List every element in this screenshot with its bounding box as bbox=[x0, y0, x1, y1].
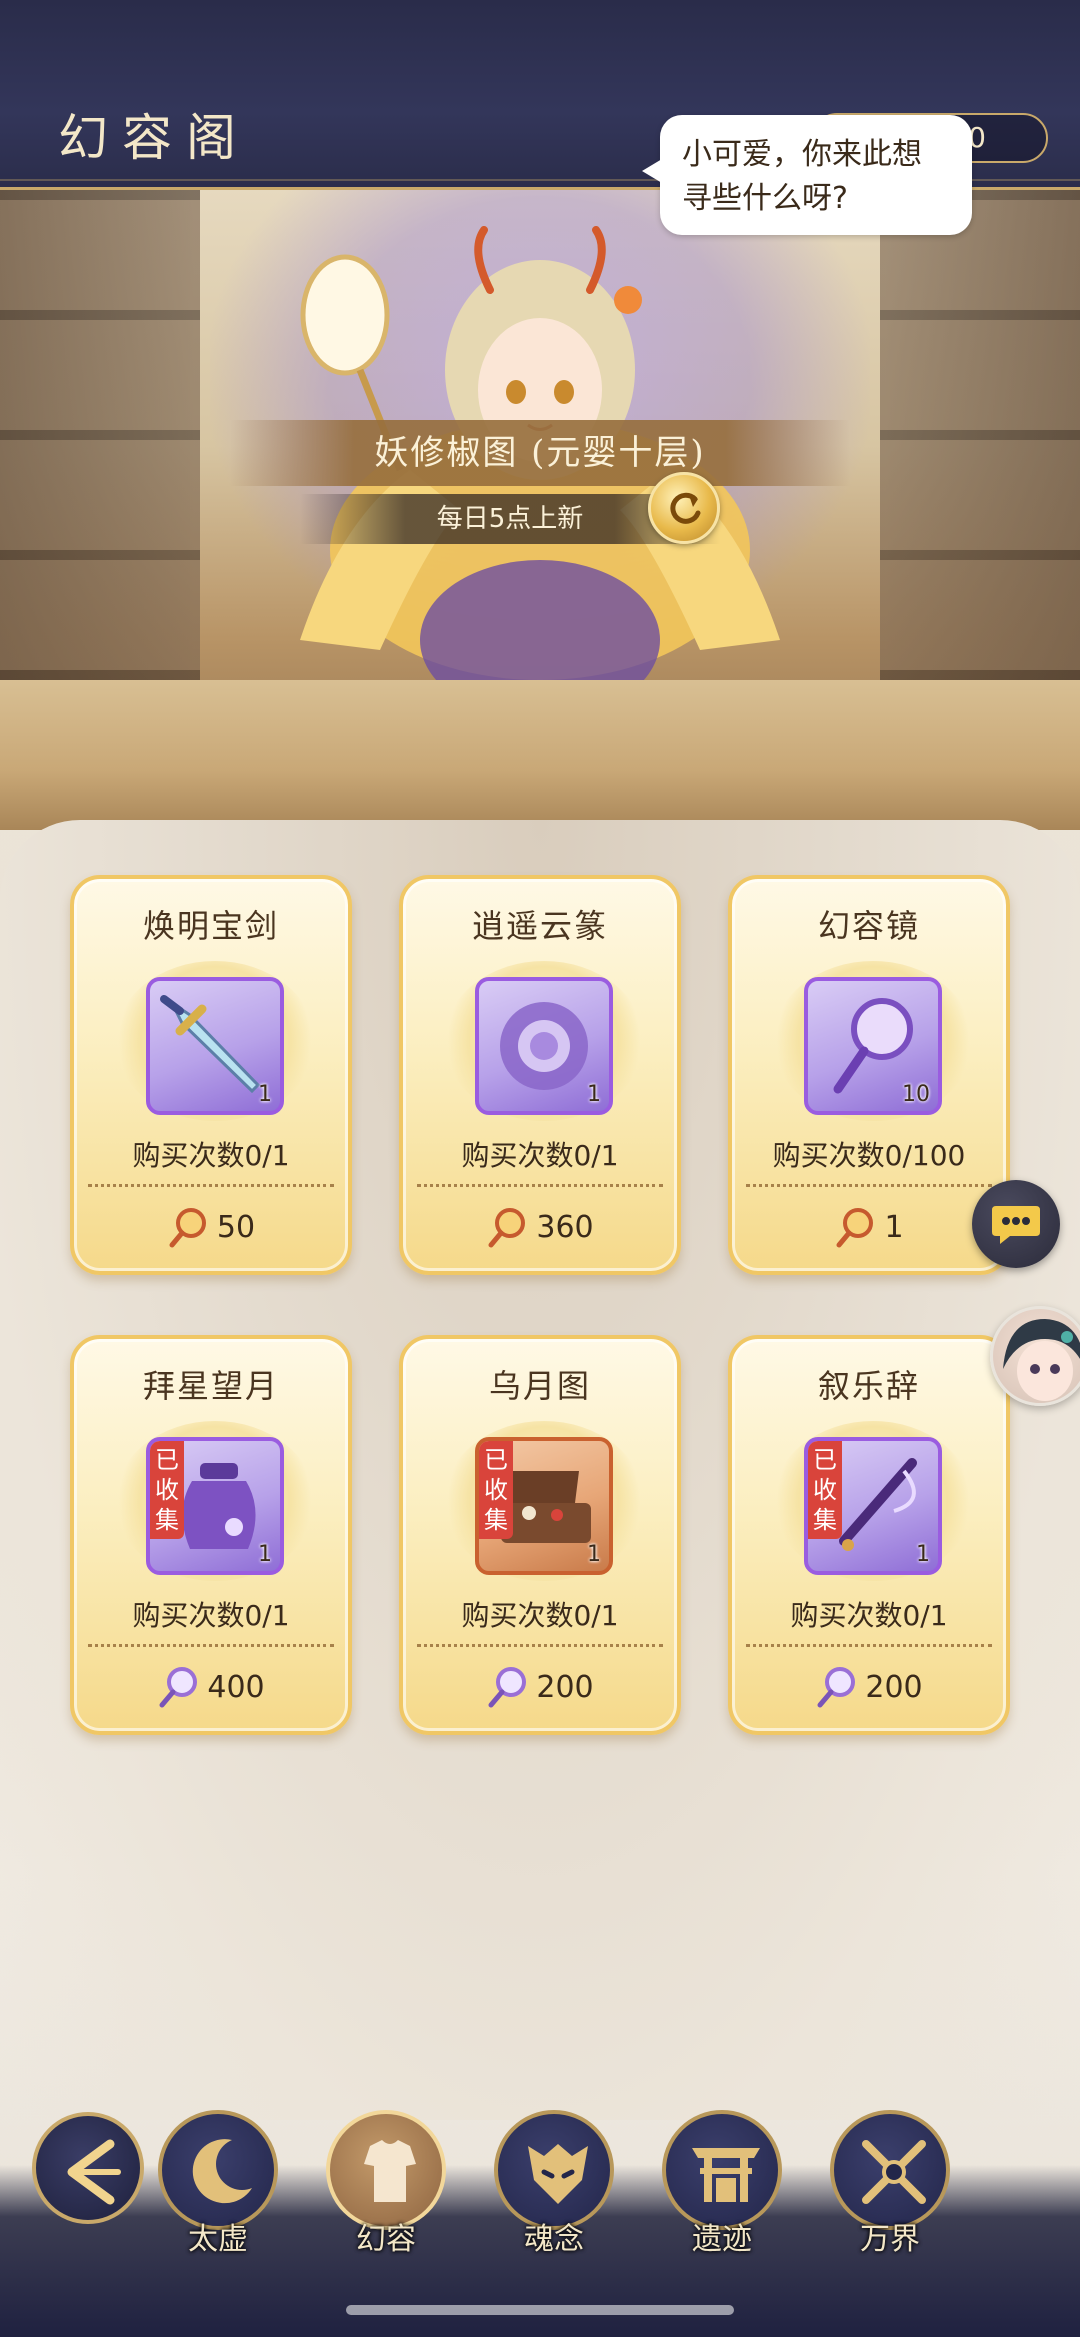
item-name: 焕明宝剑 bbox=[142, 907, 279, 945]
page-title: 幻容阁 bbox=[58, 109, 250, 167]
item-frame[interactable]: 1 bbox=[475, 977, 613, 1115]
nav-tab-huanrong[interactable]: 幻容 bbox=[326, 2110, 446, 2260]
collected-badge: 已收集 bbox=[808, 1441, 842, 1539]
card-divider bbox=[417, 1644, 663, 1647]
shop-item-card[interactable]: 逍遥云篆 1 购买次数0/1 360 bbox=[399, 875, 681, 1275]
nav-tab-label: 万界 bbox=[860, 2222, 920, 2257]
shop-item-card[interactable]: 拜星望月 已收集 1 购买次数0/1 400 bbox=[70, 1335, 352, 1735]
item-name: 乌月图 bbox=[488, 1367, 591, 1405]
purchase-limit: 购买次数0/100 bbox=[772, 1139, 966, 1172]
item-price: 200 bbox=[865, 1669, 923, 1705]
hand-mirror-token-icon bbox=[817, 1667, 856, 1708]
item-price: 400 bbox=[207, 1669, 265, 1705]
price-button[interactable]: 1 bbox=[732, 1199, 1006, 1255]
nav-tab-taixu[interactable]: 太虚 bbox=[158, 2110, 278, 2260]
card-divider bbox=[88, 1644, 334, 1647]
back-arrow-icon bbox=[67, 2139, 121, 2205]
price-button[interactable]: 50 bbox=[74, 1199, 348, 1255]
purchase-limit: 购买次数0/1 bbox=[132, 1139, 290, 1172]
hand-mirror-token-icon bbox=[159, 1667, 198, 1708]
character-avatar-icon bbox=[1003, 1319, 1080, 1401]
card-divider bbox=[88, 1184, 334, 1187]
item-quantity: 1 bbox=[258, 1542, 272, 1567]
item-frame[interactable]: 已收集 1 bbox=[475, 1437, 613, 1575]
nav-tab-label: 魂念 bbox=[524, 2222, 584, 2257]
card-divider bbox=[746, 1644, 992, 1647]
purchase-limit: 购买次数0/1 bbox=[461, 1599, 619, 1632]
character-avatar-button[interactable] bbox=[990, 1306, 1080, 1406]
bookshelf-right bbox=[880, 190, 1080, 710]
gold-coin-token-icon bbox=[169, 1208, 206, 1248]
nav-tab-hunnian[interactable]: 魂念 bbox=[494, 2110, 614, 2260]
refresh-text: 每日5点上新 bbox=[436, 504, 584, 534]
nav-tab-circle bbox=[158, 2110, 278, 2230]
item-frame[interactable]: 已收集 1 bbox=[804, 1437, 942, 1575]
item-name: 逍遥云篆 bbox=[471, 907, 608, 945]
back-button[interactable] bbox=[32, 2112, 144, 2224]
shop-title: 妖修椒图 (元婴十层) bbox=[230, 420, 850, 486]
purchase-limit: 购买次数0/1 bbox=[790, 1599, 948, 1632]
nav-tab-wanjie[interactable]: 万界 bbox=[830, 2110, 950, 2260]
crescent-moon-icon bbox=[192, 2139, 252, 2204]
home-indicator[interactable] bbox=[346, 2305, 734, 2315]
mask-icon bbox=[528, 2144, 588, 2204]
card-divider bbox=[746, 1184, 992, 1187]
shop-item-card[interactable]: 叙乐辞 已收集 1 购买次数0/1 200 bbox=[728, 1335, 1010, 1735]
hand-mirror-token-icon bbox=[488, 1667, 527, 1708]
shop-item-grid: 焕明宝剑 1 购买次数0/1 50 逍遥云篆 1 购买次数0/1 360 幻容镜… bbox=[70, 875, 1010, 1735]
item-quantity: 1 bbox=[916, 1542, 930, 1567]
price-button[interactable]: 200 bbox=[732, 1659, 1006, 1715]
nav-tab-yiji[interactable]: 遗迹 bbox=[662, 2110, 782, 2260]
collected-badge: 已收集 bbox=[150, 1441, 184, 1539]
item-price: 50 bbox=[216, 1209, 256, 1245]
purchase-limit: 购买次数0/1 bbox=[461, 1139, 619, 1172]
collected-badge: 已收集 bbox=[479, 1441, 513, 1539]
nav-tab-circle bbox=[662, 2110, 782, 2230]
item-quantity: 10 bbox=[902, 1082, 930, 1107]
card-divider bbox=[417, 1184, 663, 1187]
item-frame[interactable]: 已收集 1 bbox=[146, 1437, 284, 1575]
item-price: 360 bbox=[536, 1209, 594, 1245]
item-frame[interactable]: 1 bbox=[146, 977, 284, 1115]
item-quantity: 1 bbox=[587, 1082, 601, 1107]
item-price: 1 bbox=[884, 1209, 904, 1245]
item-name: 拜星望月 bbox=[142, 1367, 279, 1405]
armor-icon bbox=[364, 2140, 416, 2202]
price-button[interactable]: 400 bbox=[74, 1659, 348, 1715]
nav-tab-label: 太虚 bbox=[188, 2222, 248, 2257]
nav-tab-circle bbox=[830, 2110, 950, 2230]
nav-tab-circle bbox=[326, 2110, 446, 2230]
item-name: 叙乐辞 bbox=[817, 1367, 920, 1405]
price-button[interactable]: 360 bbox=[403, 1199, 677, 1255]
price-button[interactable]: 200 bbox=[403, 1659, 677, 1715]
item-price: 200 bbox=[536, 1669, 594, 1705]
item-name: 幻容镜 bbox=[817, 907, 920, 945]
crossed-weapons-icon bbox=[862, 2140, 926, 2204]
nav-tab-circle bbox=[494, 2110, 614, 2230]
shop-item-card[interactable]: 焕明宝剑 1 购买次数0/1 50 bbox=[70, 875, 352, 1275]
counter-table bbox=[0, 680, 1080, 830]
refresh-icon bbox=[670, 492, 701, 524]
speech-bubble: 小可爱，你来此想寻些什么呀? bbox=[642, 115, 972, 235]
refresh-button[interactable] bbox=[648, 472, 720, 544]
item-frame[interactable]: 10 bbox=[804, 977, 942, 1115]
shop-item-card[interactable]: 幻容镜 10 购买次数0/100 1 bbox=[728, 875, 1010, 1275]
bookshelf-left bbox=[0, 190, 200, 710]
nav-tab-label: 幻容 bbox=[356, 2222, 416, 2257]
gold-coin-token-icon bbox=[488, 1208, 526, 1248]
chat-bubble-icon bbox=[992, 1206, 1040, 1244]
gold-coin-token-icon bbox=[836, 1208, 874, 1248]
chat-button[interactable] bbox=[972, 1180, 1060, 1268]
shop-item-card[interactable]: 乌月图 已收集 1 购买次数0/1 200 bbox=[399, 1335, 681, 1735]
nav-tab-label: 遗迹 bbox=[692, 2222, 752, 2257]
item-quantity: 1 bbox=[587, 1542, 601, 1567]
shrine-gate-icon bbox=[692, 2148, 760, 2202]
purchase-limit: 购买次数0/1 bbox=[132, 1599, 290, 1632]
item-quantity: 1 bbox=[258, 1082, 272, 1107]
